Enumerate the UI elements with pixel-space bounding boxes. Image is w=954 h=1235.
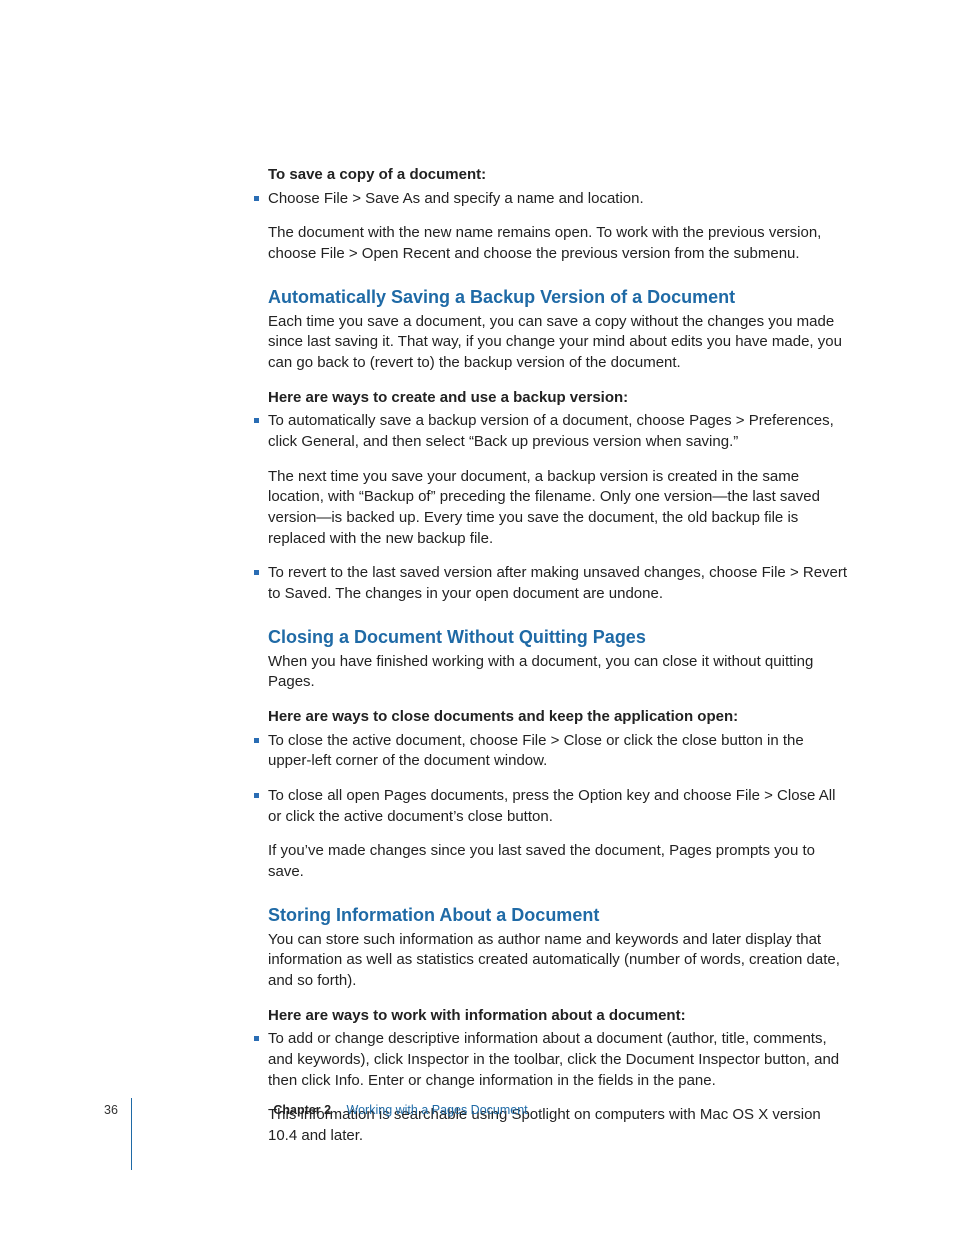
- list-item: To automatically save a backup version o…: [268, 411, 848, 549]
- list-closing: To close the active document, choose Fil…: [268, 731, 848, 883]
- list-item: To close all open Pages documents, press…: [268, 786, 848, 883]
- list-item: To close the active document, choose Fil…: [268, 731, 848, 772]
- page-footer: 36 Chapter 2 Working with a Pages Docume…: [104, 1103, 844, 1117]
- lead-closing: Here are ways to close documents and kee…: [268, 707, 848, 727]
- heading-storing: Storing Information About a Document: [268, 905, 848, 926]
- heading-closing: Closing a Document Without Quitting Page…: [268, 627, 848, 648]
- bullet-text: Choose File > Save As and specify a name…: [268, 190, 644, 207]
- lead-save-copy: To save a copy of a document:: [268, 165, 848, 185]
- follow-text: If you’ve made changes since you last sa…: [268, 841, 848, 882]
- lead-backup: Here are ways to create and use a backup…: [268, 388, 848, 408]
- list-storing: To add or change descriptive information…: [268, 1029, 848, 1146]
- list-backup: To automatically save a backup version o…: [268, 411, 848, 605]
- page-number: 36: [104, 1103, 118, 1117]
- intro-closing: When you have finished working with a do…: [268, 652, 848, 693]
- bullet-text: To automatically save a backup version o…: [268, 412, 834, 450]
- follow-text: The next time you save your document, a …: [268, 467, 848, 550]
- bullet-text: To add or change descriptive information…: [268, 1030, 839, 1088]
- page-content: To save a copy of a document: Choose Fil…: [268, 165, 848, 1161]
- list-item: Choose File > Save As and specify a name…: [268, 189, 848, 265]
- list-item: To revert to the last saved version afte…: [268, 563, 848, 604]
- intro-backup: Each time you save a document, you can s…: [268, 312, 848, 374]
- heading-backup: Automatically Saving a Backup Version of…: [268, 287, 848, 308]
- chapter-label: Chapter 2: [273, 1103, 331, 1117]
- follow-text: The document with the new name remains o…: [268, 223, 848, 264]
- intro-storing: You can store such information as author…: [268, 930, 848, 992]
- bullet-text: To close all open Pages documents, press…: [268, 787, 835, 825]
- lead-storing: Here are ways to work with information a…: [268, 1006, 848, 1026]
- list-item: To add or change descriptive information…: [268, 1029, 848, 1146]
- bullet-text: To close the active document, choose Fil…: [268, 732, 804, 770]
- chapter-title: Working with a Pages Document: [347, 1103, 528, 1117]
- bullet-text: To revert to the last saved version afte…: [268, 564, 847, 602]
- list-save-copy: Choose File > Save As and specify a name…: [268, 189, 848, 265]
